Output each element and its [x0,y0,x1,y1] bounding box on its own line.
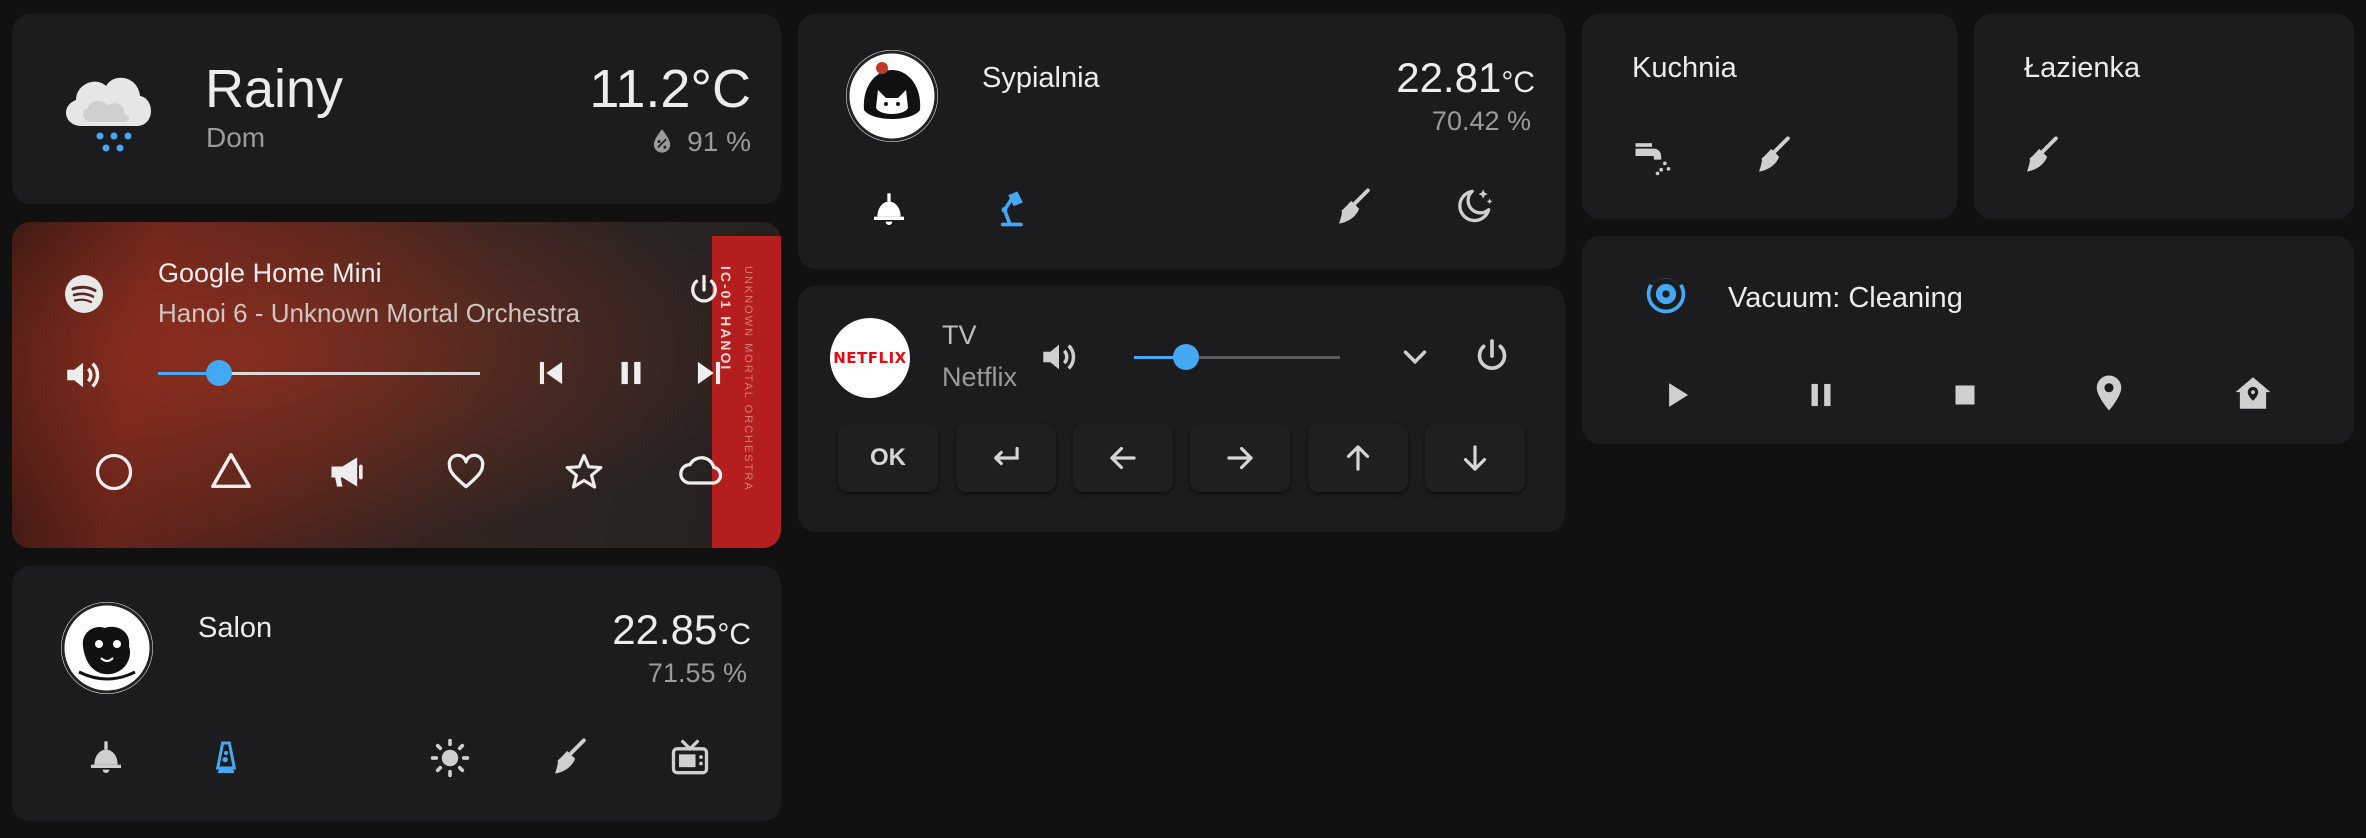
room-avatar-salon[interactable] [61,602,153,694]
room-avatar-sypialnia[interactable] [846,50,938,142]
arrow-left-icon [1110,446,1136,470]
weather-location: Dom [206,122,266,153]
volume-high-icon[interactable] [62,354,104,396]
vacuum-card[interactable]: Vacuum: Cleaning [1582,236,2354,444]
arrow-down-icon [1463,445,1487,471]
room-humidity-sypialnia: 70.42 % [1431,106,1531,136]
skip-next-icon[interactable] [690,354,728,392]
album-art-overlay [12,222,781,548]
room-name-salon: Salon [198,612,273,644]
bullhorn-icon[interactable] [326,450,370,494]
map-marker-icon[interactable] [2088,372,2130,414]
room-name-lazienka: Łazienka [2024,52,2141,84]
weather-condition: Rainy [205,59,344,119]
broom-icon[interactable] [1332,186,1374,228]
faucet-icon[interactable] [1630,134,1674,178]
room-temperature-unit: °C [717,618,751,651]
room-temperature-salon: 22.85°C [612,606,751,654]
media-now-playing: Hanoi 6 - Unknown Mortal Orchestra [158,298,580,328]
key-ok-label: OK [870,444,906,471]
keyboard-return-icon [994,446,1019,466]
power-icon[interactable] [686,272,722,308]
television-classic-icon[interactable] [668,736,712,780]
star-outline-icon[interactable] [562,450,606,494]
pause-icon[interactable] [1802,376,1840,414]
chevron-down-icon[interactable] [1396,338,1434,376]
weather-card[interactable]: Rainy Dom 11.2°C 91 % [12,14,781,204]
room-temperature-value: 22.85 [612,606,718,653]
album-art-strip: IC-01 HANOI UNKNOWN MORTAL ORCHESTRA [712,236,781,548]
circle-outline-icon[interactable] [92,450,136,494]
volume-slider-track[interactable] [158,360,480,386]
broom-icon[interactable] [548,736,590,778]
key-left-button[interactable] [1073,424,1173,492]
volume-slider-thumb[interactable] [206,360,232,386]
weather-night-icon[interactable] [1452,184,1496,228]
room-card-kuchnia[interactable]: Kuchnia [1582,14,1957,219]
key-right-button[interactable] [1190,424,1290,492]
tv-volume-slider-thumb[interactable] [1173,344,1199,370]
stop-icon[interactable] [1946,376,1984,414]
netflix-logo-text: NETFLIX [833,349,907,367]
media-player-name: Google Home Mini [158,258,382,288]
room-temperature-sypialnia: 22.81°C [1396,54,1535,102]
album-art-text-2: UNKNOWN MORTAL ORCHESTRA [742,266,754,492]
volume-high-icon[interactable] [1038,336,1080,378]
triangle-outline-icon[interactable] [208,448,254,494]
home-map-marker-icon[interactable] [2232,372,2274,414]
room-humidity-salon: 71.55 % [647,658,747,688]
play-icon[interactable] [1658,376,1696,414]
brightness-icon[interactable] [428,736,472,780]
key-up-button[interactable] [1308,424,1408,492]
key-return-button[interactable] [956,424,1056,492]
lava-lamp-icon[interactable] [206,738,246,778]
arrow-right-icon [1227,446,1253,470]
cloud-outline-icon[interactable] [676,450,726,494]
tv-source: Netflix [942,362,1018,392]
room-card-lazienka[interactable]: Łazienka [1974,14,2354,219]
room-card-sypialnia[interactable]: Sypialnia 22.81°C 70.42 % [798,14,1565,269]
vacuum-status: Vacuum: Cleaning [1728,282,1963,314]
room-temperature-unit: °C [1501,66,1535,99]
room-card-salon[interactable]: Salon 22.85°C 71.55 % [12,566,781,821]
key-ok-button[interactable]: OK [838,424,938,492]
spotify-icon [64,274,104,314]
arrow-up-icon [1346,445,1370,471]
tv-name: TV [942,320,977,350]
desk-lamp-icon[interactable] [988,186,1032,230]
broom-icon[interactable] [2020,134,2062,176]
key-down-button[interactable] [1425,424,1525,492]
room-name-sypialnia: Sypialnia [982,62,1100,94]
tv-card[interactable]: NETFLIX TV Netflix OK [798,286,1565,532]
weather-rainy-icon [52,54,162,164]
room-temperature-value: 22.81 [1396,54,1502,101]
power-icon[interactable] [1472,336,1512,376]
broom-icon[interactable] [1752,134,1794,176]
netflix-logo[interactable]: NETFLIX [830,318,910,398]
robot-vacuum-icon [1644,272,1688,316]
media-player-card[interactable]: IC-01 HANOI UNKNOWN MORTAL ORCHESTRA Goo… [12,222,781,548]
room-name-kuchnia: Kuchnia [1632,52,1737,84]
water-percent-icon [648,126,676,156]
weather-temperature: 11.2°C [589,59,751,119]
tv-volume-slider-track[interactable] [1134,344,1340,370]
weather-humidity: 91 % [687,126,751,157]
ceiling-light-icon[interactable] [86,738,126,778]
pause-icon[interactable] [612,354,650,392]
ceiling-light-icon[interactable] [869,190,909,230]
skip-previous-icon[interactable] [532,354,570,392]
heart-outline-icon[interactable] [444,450,488,494]
